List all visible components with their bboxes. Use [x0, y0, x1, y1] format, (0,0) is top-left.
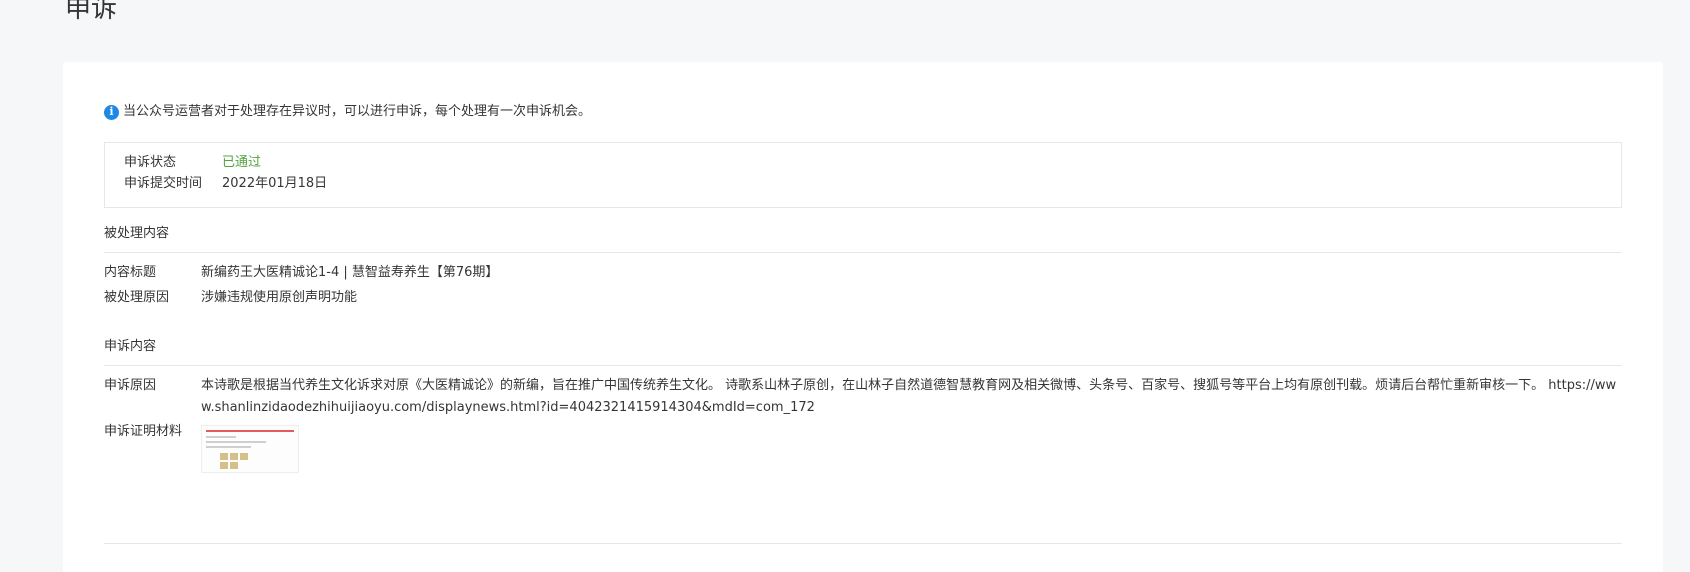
status-row-time: 申诉提交时间 2022年01月18日 [124, 174, 327, 194]
field-processed-reason: 被处理原因 涉嫌违规使用原创声明功能 [104, 287, 1622, 309]
appeal-reason-label: 申诉原因 [104, 378, 157, 393]
processed-reason-value: 涉嫌违规使用原创声明功能 [201, 290, 358, 305]
section-title-processed: 被处理内容 [104, 224, 1622, 253]
divider [104, 543, 1622, 544]
notice-bar: i 当公众号运营者对于处理存在异议时，可以进行申诉，每个处理有一次申诉机会。 [104, 102, 591, 122]
field-appeal-reason: 申诉原因 本诗歌是根据当代养生文化诉求对原《大医精诚论》的新编，旨在推广中国传统… [104, 375, 1622, 419]
submit-time-label: 申诉提交时间 [124, 176, 203, 191]
status-row-state: 申诉状态 已通过 [124, 153, 261, 173]
field-appeal-evidence: 申诉证明材料 [104, 421, 1622, 473]
evidence-thumbnail[interactable] [201, 425, 299, 473]
appeal-evidence-label: 申诉证明材料 [104, 424, 183, 439]
processed-reason-label: 被处理原因 [104, 290, 170, 305]
page-title: 申诉 [65, 0, 118, 24]
field-content-title: 内容标题 新编药王大医精诚论1-4 | 慧智益寿养生【第76期】 [104, 262, 1622, 284]
status-value: 已通过 [222, 155, 262, 170]
appeal-reason-value: 本诗歌是根据当代养生文化诉求对原《大医精诚论》的新编，旨在推广中国传统养生文化。… [201, 378, 1617, 415]
content-title-label: 内容标题 [104, 265, 157, 280]
status-label: 申诉状态 [124, 155, 177, 170]
appeal-card: i 当公众号运营者对于处理存在异议时，可以进行申诉，每个处理有一次申诉机会。 申… [63, 62, 1663, 572]
submit-time-value: 2022年01月18日 [222, 176, 328, 191]
info-icon: i [104, 104, 119, 120]
notice-text: 当公众号运营者对于处理存在异议时，可以进行申诉，每个处理有一次申诉机会。 [123, 104, 592, 119]
status-box: 申诉状态 已通过 申诉提交时间 2022年01月18日 [104, 142, 1622, 208]
evidence-container [201, 421, 1622, 473]
section-title-appeal: 申诉内容 [104, 337, 1622, 366]
content-title-value: 新编药王大医精诚论1-4 | 慧智益寿养生【第76期】 [201, 265, 499, 280]
